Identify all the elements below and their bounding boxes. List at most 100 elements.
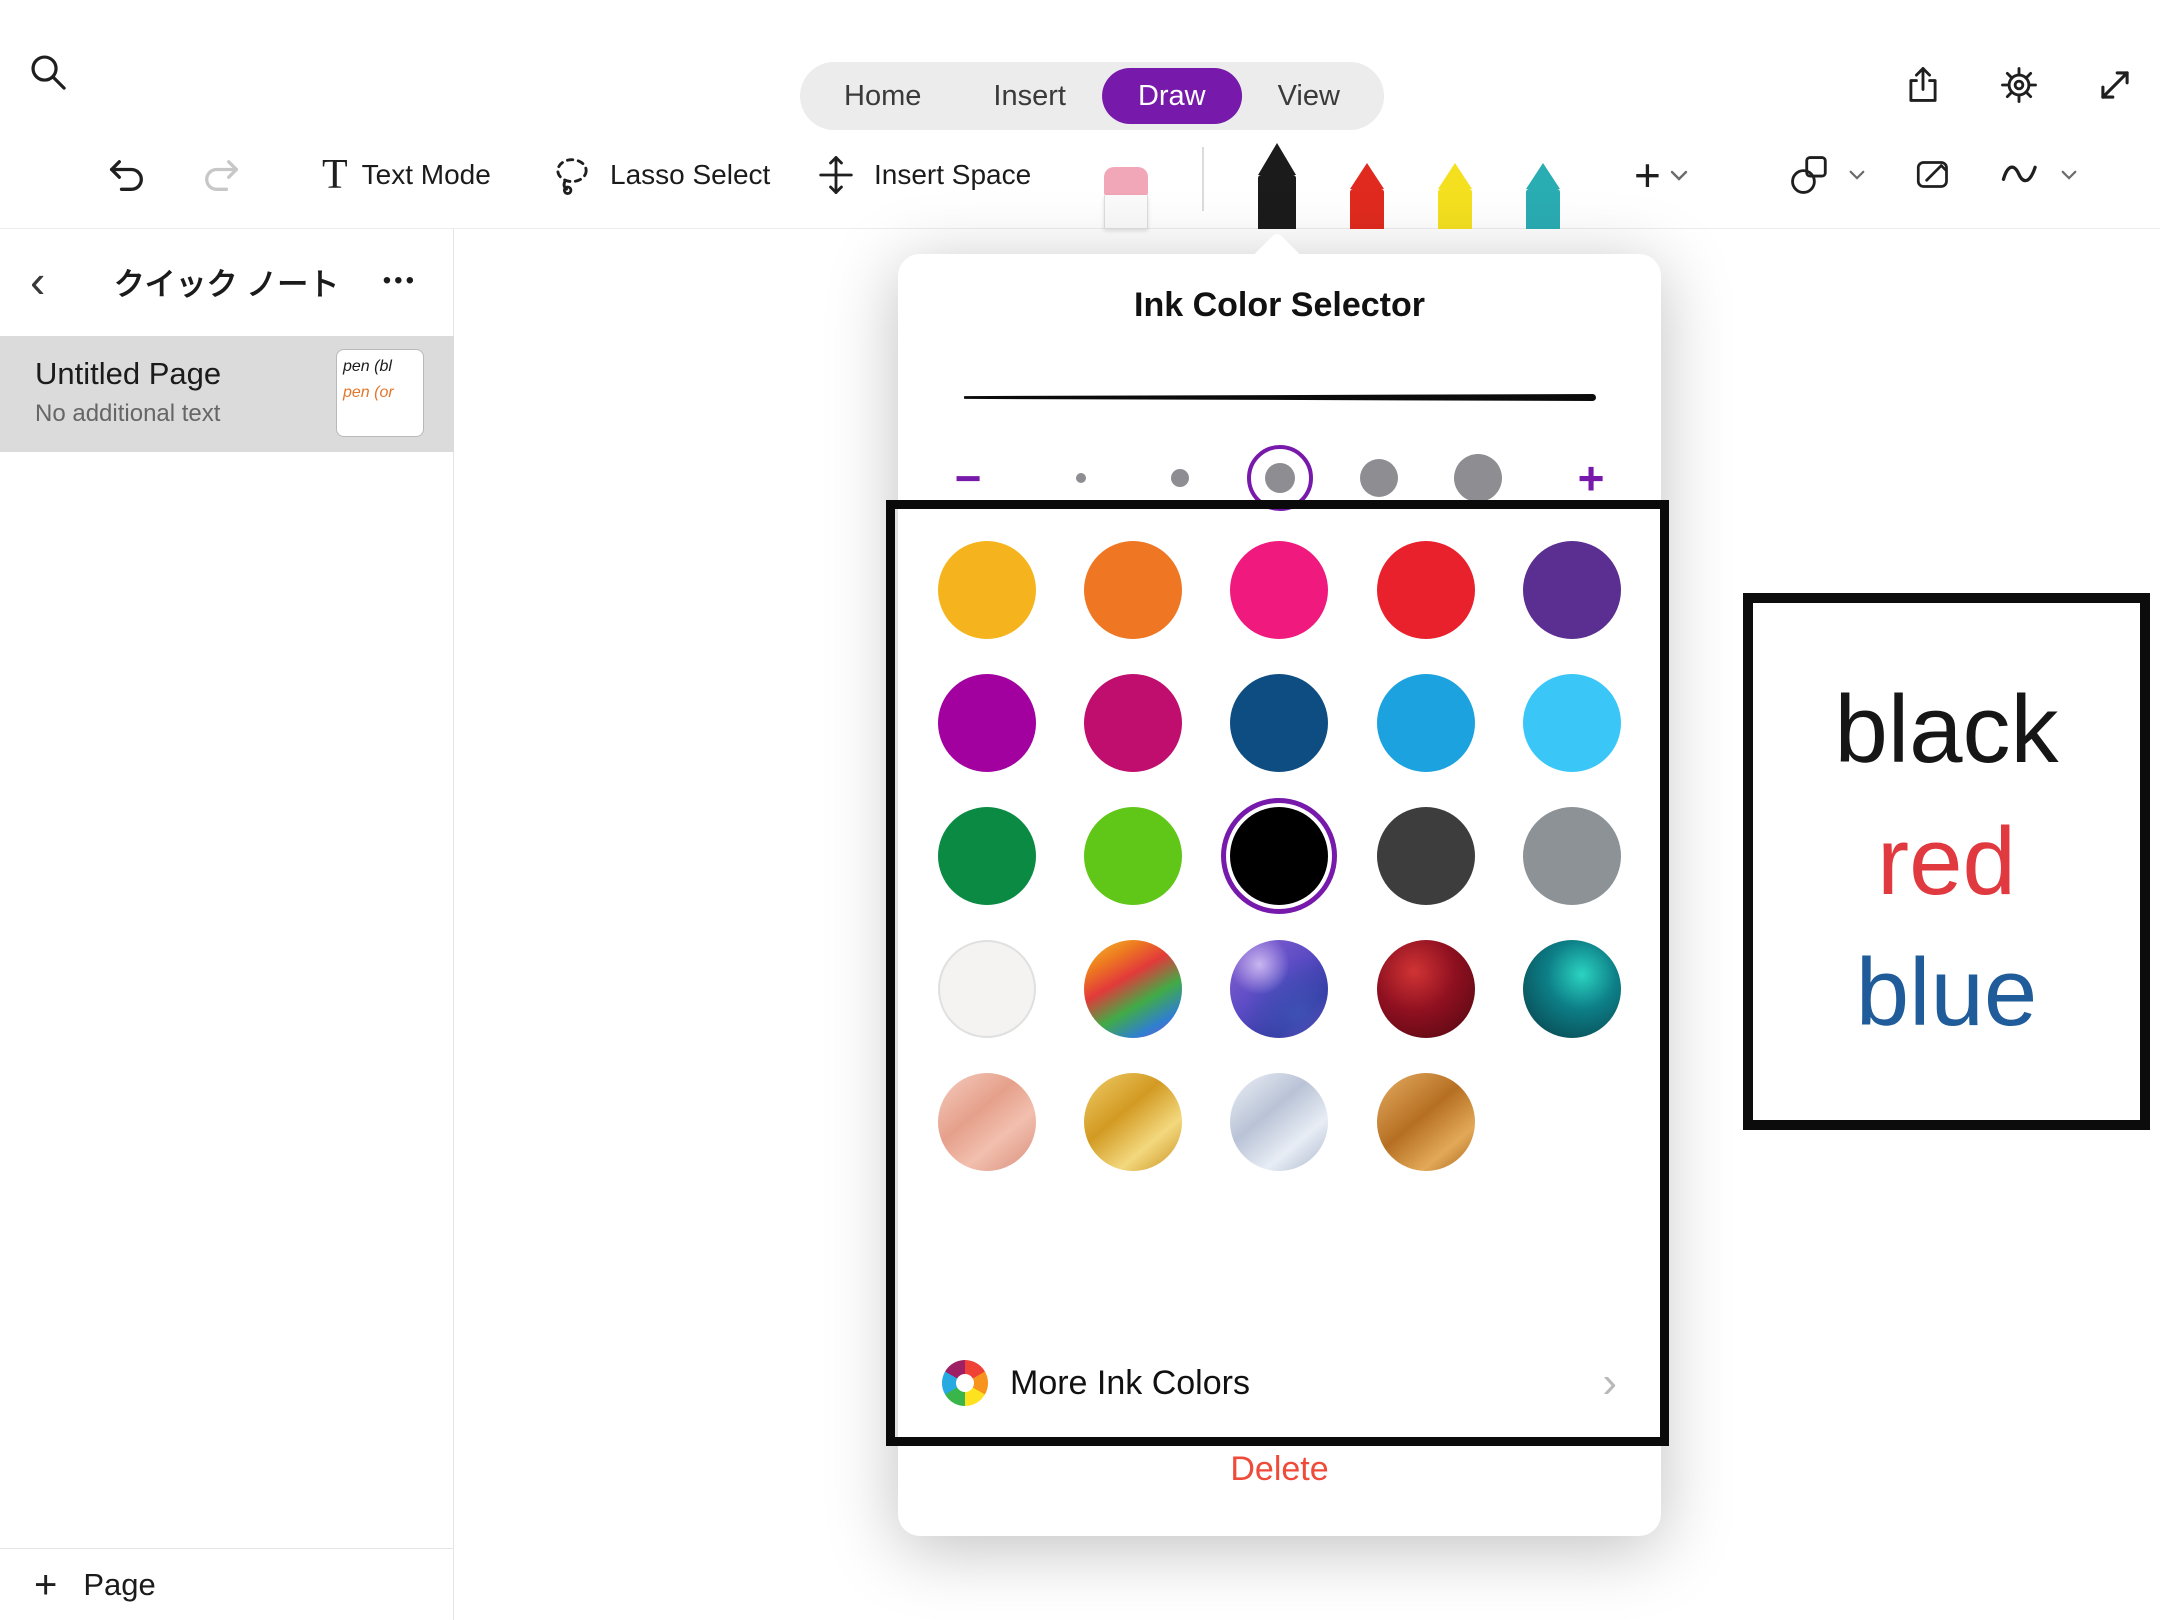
ink-color-galaxy[interactable] — [1230, 940, 1328, 1038]
color-wheel-icon — [942, 1360, 988, 1406]
page-list-item[interactable]: Untitled Page No additional text pen (bl… — [0, 336, 454, 452]
top-right-icons — [1900, 62, 2138, 108]
squiggle-icon — [1998, 151, 2046, 199]
ink-color-black[interactable] — [1230, 807, 1328, 905]
tab-insert[interactable]: Insert — [957, 68, 1102, 124]
ink-color-dark-teal-marble[interactable] — [1523, 940, 1621, 1038]
shapes-icon — [1786, 151, 1834, 199]
chevron-down-icon — [1848, 168, 1866, 181]
chevron-down-icon — [1669, 168, 1689, 182]
ink-to-shape-button[interactable] — [1998, 151, 2078, 199]
more-ink-colors-label: More Ink Colors — [1010, 1364, 1250, 1403]
handwriting-words: blackredblue — [1834, 677, 2058, 1046]
settings-button[interactable] — [1996, 62, 2042, 108]
chevron-right-icon: › — [1602, 1361, 1617, 1405]
undo-button[interactable] — [105, 153, 149, 197]
ink-color-orange[interactable] — [1084, 541, 1182, 639]
teal-pen[interactable] — [1526, 163, 1560, 229]
redo-button[interactable] — [199, 153, 243, 197]
toolbar-divider — [1202, 147, 1204, 211]
ink-color-sky-blue[interactable] — [1523, 674, 1621, 772]
plus-icon: + — [1634, 152, 1661, 198]
ink-color-silver[interactable] — [1230, 1073, 1328, 1171]
ink-color-yellow[interactable] — [938, 541, 1036, 639]
ink-color-blue[interactable] — [1377, 674, 1475, 772]
search-button[interactable] — [24, 48, 72, 96]
more-ink-colors-button[interactable]: More Ink Colors › — [898, 1349, 1661, 1417]
page-thumbnail: pen (bl pen (or — [336, 349, 424, 437]
expand-icon — [2093, 63, 2137, 107]
text-mode-button[interactable]: T Text Mode — [322, 154, 491, 196]
text-mode-label: Text Mode — [362, 159, 491, 191]
ink-color-white[interactable] — [938, 940, 1036, 1038]
insert-space-icon — [812, 151, 860, 199]
yellow-highlighter[interactable] — [1438, 163, 1472, 229]
redo-icon — [199, 153, 243, 197]
ink-color-green[interactable] — [938, 807, 1036, 905]
handwritten-word-blue: blue — [1856, 940, 2038, 1046]
ink-color-dark-gray[interactable] — [1377, 807, 1475, 905]
share-button[interactable] — [1900, 62, 1946, 108]
add-pen-button[interactable]: + — [1634, 152, 1689, 198]
add-page-label: Page — [83, 1567, 155, 1603]
draw-toolbar: T Text Mode Lasso Select — [0, 120, 2160, 229]
delete-pen-button[interactable]: Delete — [898, 1450, 1661, 1489]
ink-color-navy-blue[interactable] — [1230, 674, 1328, 772]
share-icon — [1901, 63, 1945, 107]
increase-size-button[interactable]: + — [1567, 455, 1615, 501]
stroke-preview-line — [964, 394, 1596, 401]
pen-pad-icon — [1912, 152, 1958, 198]
lasso-icon — [548, 151, 596, 199]
ink-color-dark-red-marble[interactable] — [1377, 940, 1475, 1038]
stroke-size-option[interactable] — [1445, 445, 1511, 511]
ink-color-rose-gold[interactable] — [938, 1073, 1036, 1171]
red-pen[interactable] — [1350, 163, 1384, 229]
ink-color-rainbow-glitter[interactable] — [1084, 940, 1182, 1038]
sidebar-header: ‹ クイック ノート ••• — [0, 229, 453, 333]
annotation-box-handwriting: blackredblue — [1743, 593, 2150, 1130]
decrease-size-button[interactable]: − — [944, 455, 992, 501]
ink-color-purple[interactable] — [938, 674, 1036, 772]
ink-color-grid — [914, 541, 1645, 1171]
back-button[interactable]: ‹ — [30, 258, 45, 304]
ink-color-red[interactable] — [1377, 541, 1475, 639]
ink-color-popup: Ink Color Selector − + More Ink Colors ›… — [898, 254, 1661, 1536]
more-options-button[interactable]: ••• — [383, 267, 417, 295]
ink-color-magenta[interactable] — [1084, 674, 1182, 772]
fullscreen-button[interactable] — [2092, 62, 2138, 108]
tab-home[interactable]: Home — [808, 68, 957, 124]
add-page-button[interactable]: + Page — [0, 1548, 454, 1620]
chevron-down-icon — [2060, 168, 2078, 181]
lasso-select-button[interactable]: Lasso Select — [548, 151, 770, 199]
stroke-size-option[interactable] — [1048, 445, 1114, 511]
stroke-size-option[interactable] — [1247, 445, 1313, 511]
insert-space-button[interactable]: Insert Space — [812, 151, 1031, 199]
stroke-size-option[interactable] — [1346, 445, 1412, 511]
search-icon — [25, 49, 71, 95]
pen-tray — [1104, 129, 1560, 229]
undo-icon — [105, 153, 149, 197]
ink-color-gold[interactable] — [1084, 1073, 1182, 1171]
plus-icon: + — [34, 1565, 57, 1605]
thumbnail-text-line2: pen (or — [343, 384, 417, 402]
stroke-size-option[interactable] — [1147, 445, 1213, 511]
handwritten-word-red: red — [1877, 809, 2016, 915]
ink-color-pink[interactable] — [1230, 541, 1328, 639]
eraser-tool[interactable] — [1104, 167, 1148, 229]
top-bar: HomeInsertDrawView — [0, 0, 2160, 229]
ink-annotate-button[interactable] — [1912, 152, 1958, 198]
ink-color-gray[interactable] — [1523, 807, 1621, 905]
tab-draw[interactable]: Draw — [1102, 68, 1242, 124]
tab-view[interactable]: View — [1242, 68, 1376, 124]
black-pen[interactable] — [1258, 143, 1296, 229]
ink-color-lime-green[interactable] — [1084, 807, 1182, 905]
shapes-button[interactable] — [1786, 151, 1866, 199]
stroke-size-dots — [1048, 445, 1511, 511]
page-subtitle: No additional text — [35, 400, 220, 428]
ink-color-violet[interactable] — [1523, 541, 1621, 639]
onenote-app: HomeInsertDrawView — [0, 0, 2160, 1620]
page-title: Untitled Page — [35, 356, 221, 392]
ink-color-bronze[interactable] — [1377, 1073, 1475, 1171]
popup-caret — [1252, 232, 1303, 283]
popup-title: Ink Color Selector — [898, 286, 1661, 325]
